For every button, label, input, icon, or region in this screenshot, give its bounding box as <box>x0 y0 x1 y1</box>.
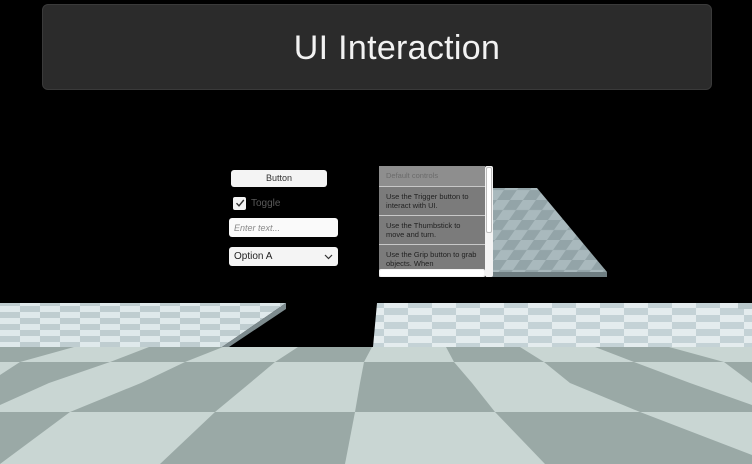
title-panel: UI Interaction <box>42 4 712 90</box>
horizontal-scrollbar-handle[interactable] <box>380 270 484 276</box>
option-dropdown[interactable]: Option A <box>229 247 338 266</box>
horizontal-scrollbar[interactable] <box>379 269 485 277</box>
page-title: UI Interaction <box>293 29 501 67</box>
far-right-ledge <box>738 303 752 309</box>
scroll-list-header: Default controls <box>379 166 485 186</box>
scroll-content: Default controls Use the Trigger button … <box>379 166 485 273</box>
vertical-scrollbar-handle[interactable] <box>486 167 492 233</box>
chevron-down-icon <box>324 254 333 259</box>
left-platform <box>0 303 286 349</box>
demo-button[interactable]: Button <box>231 170 327 187</box>
list-item: Use the Thumbstick to move and turn. <box>379 215 485 244</box>
toggle-checkbox[interactable] <box>233 196 246 210</box>
right-platform <box>373 303 752 347</box>
dropdown-value: Option A <box>234 251 273 262</box>
scroll-view[interactable]: Default controls Use the Trigger button … <box>379 166 485 277</box>
list-item: Use the Trigger button to interact with … <box>379 186 485 215</box>
back-platform <box>486 188 607 277</box>
vertical-scrollbar[interactable] <box>485 166 493 277</box>
checkmark-icon <box>235 199 244 207</box>
text-input[interactable] <box>229 218 338 237</box>
toggle[interactable]: Toggle <box>233 195 280 211</box>
floor <box>0 347 752 464</box>
toggle-label: Toggle <box>251 197 281 209</box>
